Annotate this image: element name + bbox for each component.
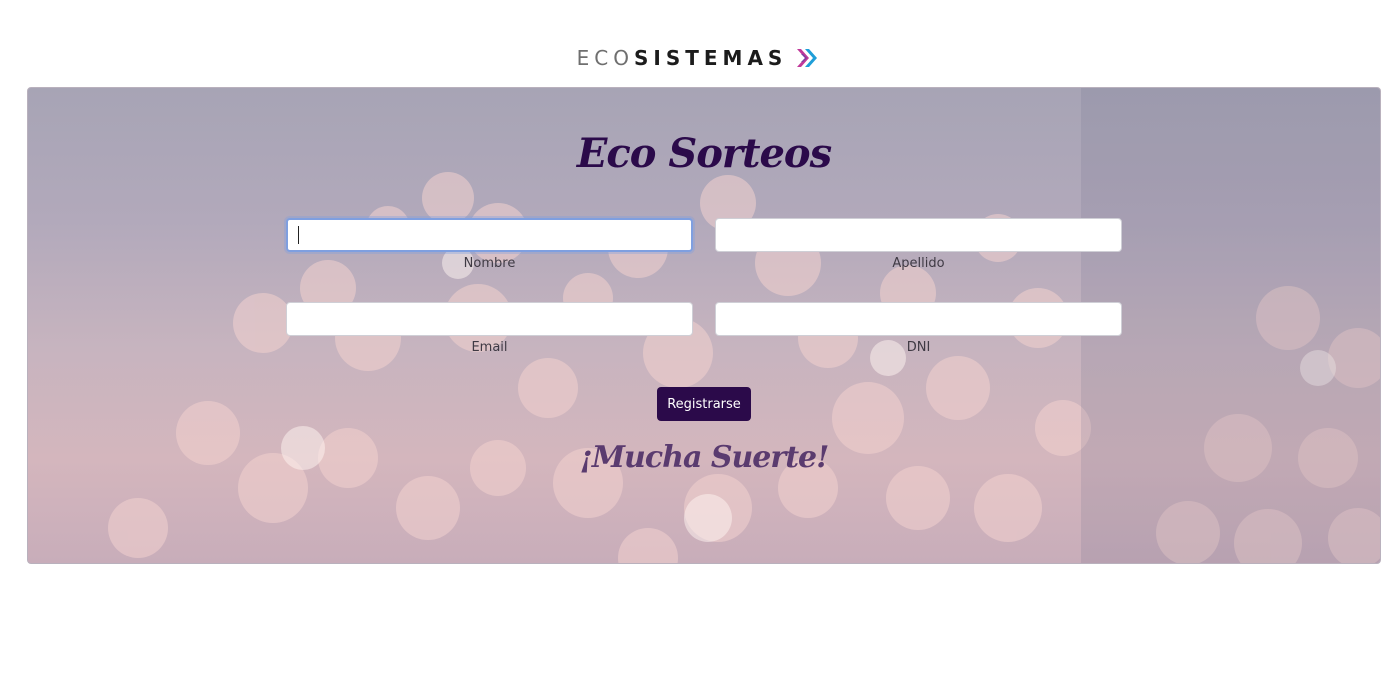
page-title: Eco Sorteos (576, 130, 832, 177)
email-input[interactable] (286, 302, 693, 336)
nombre-input[interactable] (286, 218, 693, 252)
ecosistemas-logo[interactable]: ECOSISTEMAS (577, 45, 824, 71)
email-field: Email (286, 302, 693, 355)
register-button[interactable]: Registrarse (657, 387, 751, 421)
nombre-field: Nombre (286, 218, 693, 271)
dni-label: DNI (906, 340, 931, 355)
email-label: Email (471, 340, 508, 355)
apellido-input[interactable] (715, 218, 1122, 252)
good-luck-text: ¡Mucha Suerte! (579, 440, 830, 475)
registration-hero: Eco Sorteos Nombre Apellido Email DNI Re… (27, 87, 1381, 564)
double-chevron-right-icon (797, 49, 818, 67)
nombre-label: Nombre (463, 256, 516, 271)
header: ECOSISTEMAS (0, 40, 1400, 76)
apellido-field: Apellido (715, 218, 1122, 271)
logo-text: ECOSISTEMAS (576, 46, 788, 70)
dni-field: DNI (715, 302, 1122, 355)
text-caret (298, 226, 299, 244)
apellido-label: Apellido (892, 256, 945, 271)
dni-input[interactable] (715, 302, 1122, 336)
